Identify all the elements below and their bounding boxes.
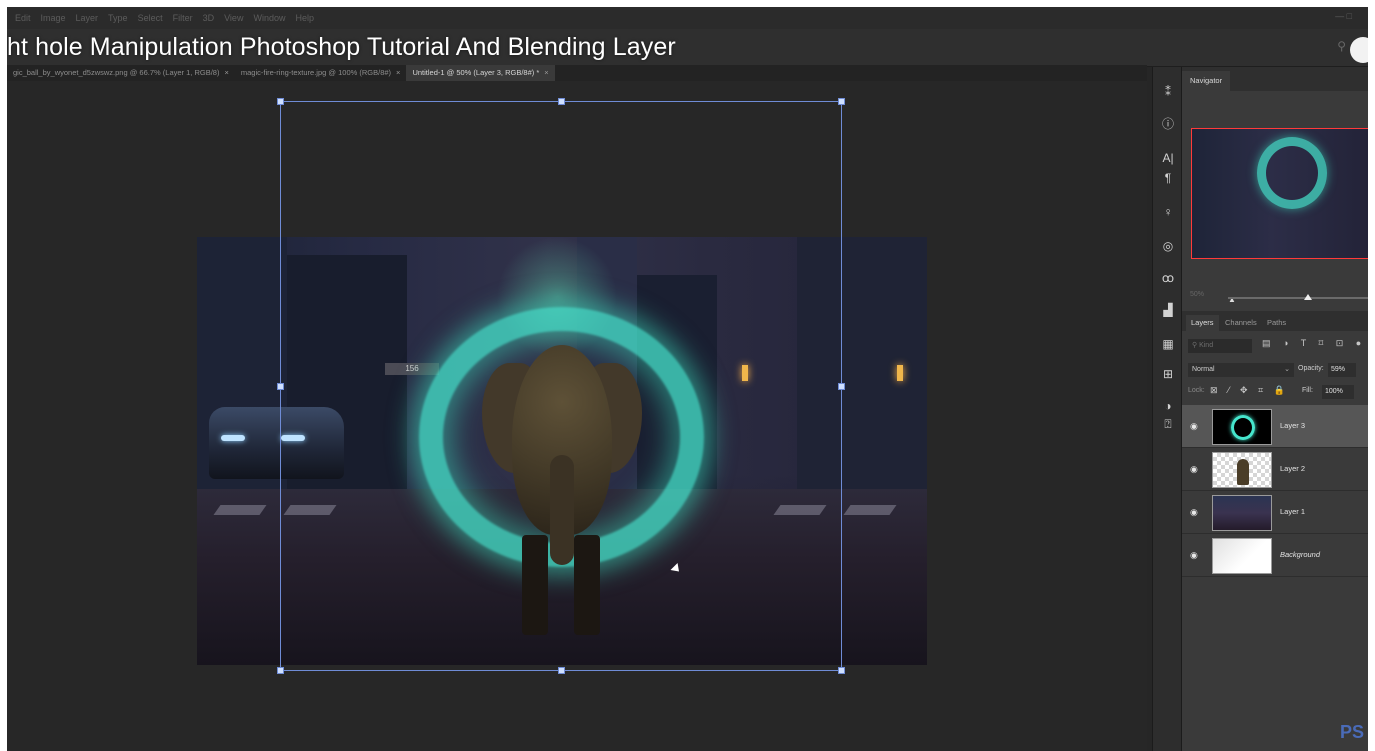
layer-row-background[interactable]: ◉ Background (1182, 534, 1368, 577)
tab-label: Untitled-1 @ 50% (Layer 3, RGB/8#) * (412, 68, 540, 77)
tab-magic-ball[interactable]: gic_ball_by_wyonet_d5zwswz.png @ 66.7% (… (7, 65, 235, 81)
tab-untitled-1[interactable]: Untitled-1 @ 50% (Layer 3, RGB/8#) * × (406, 65, 555, 81)
menu-window[interactable]: Window (253, 13, 285, 23)
document-tab-bar: gic_ball_by_wyonet_d5zwswz.png @ 66.7% (… (7, 65, 1147, 81)
canvas-area[interactable]: 156 (7, 81, 1147, 751)
blend-row: Normal ⌄ Opacity: 59% (1188, 362, 1368, 378)
layer-name: Background (1280, 550, 1321, 559)
crosswalk-stripe (843, 505, 897, 515)
layer-thumbnail (1212, 452, 1272, 488)
transform-handle[interactable] (558, 667, 565, 674)
photoshop-window: Edit Image Layer Type Select Filter 3D V… (7, 7, 1368, 751)
filter-kind-label: Kind (1199, 342, 1214, 349)
transform-handle[interactable] (838, 667, 845, 674)
tab-channels[interactable]: Channels (1220, 315, 1262, 331)
transform-handle[interactable] (277, 98, 284, 105)
swatches-icon[interactable]: ▦ (1153, 335, 1183, 353)
libraries-icon[interactable]: ◎ (1153, 237, 1183, 255)
transform-bounding-box[interactable] (277, 98, 845, 674)
menu-select[interactable]: Select (138, 13, 163, 23)
layer-thumbnail (1212, 409, 1272, 445)
layer-name: Layer 1 (1280, 507, 1306, 516)
close-icon[interactable]: × (224, 68, 228, 77)
panel-icon-strip: ⁑ ⓘ A| ¶ ♀ ◎ ꝏ ▟ ▦ ⊞ ◑ ⍰ (1152, 67, 1182, 751)
lock-icons[interactable]: ⊠ ⁄ ✥ ⌗ 🔒 (1210, 385, 1289, 396)
layer-row-layer-2[interactable]: ◉ Layer 2 (1182, 448, 1368, 491)
layer-name: Layer 2 (1280, 464, 1306, 473)
lock-row: Lock: ⊠ ⁄ ✥ ⌗ 🔒 Fill: 100% (1188, 384, 1368, 400)
close-icon[interactable]: × (544, 68, 548, 77)
menu-help[interactable]: Help (295, 13, 314, 23)
crosswalk-stripe (213, 505, 267, 515)
chevron-down-icon: ⌄ (1284, 366, 1290, 373)
video-title-overlay: ht hole Manipulation Photoshop Tutorial … (7, 33, 676, 61)
layer-row-layer-1[interactable]: ◉ Layer 1 (1182, 491, 1368, 534)
fill-input[interactable]: 100% (1322, 385, 1354, 399)
navigator-preview[interactable] (1191, 128, 1368, 259)
tab-label: gic_ball_by_wyonet_d5zwswz.png @ 66.7% (… (13, 68, 220, 77)
menu-image[interactable]: Image (41, 13, 66, 23)
eye-icon[interactable]: ◉ (1190, 507, 1200, 517)
headlight (221, 435, 245, 441)
menu-view[interactable]: View (224, 13, 243, 23)
menu-3d[interactable]: 3D (203, 13, 215, 23)
menu-bar: Edit Image Layer Type Select Filter 3D V… (7, 7, 1368, 29)
transform-handle[interactable] (838, 383, 845, 390)
properties-icon[interactable]: ⊞ (1153, 365, 1183, 383)
blend-mode-select[interactable]: Normal ⌄ (1188, 363, 1294, 377)
search-icon[interactable]: ⚲ (1337, 39, 1346, 53)
eye-icon[interactable]: ◉ (1190, 550, 1200, 560)
adjustments-icon[interactable]: ◑ (1153, 397, 1183, 415)
tab-paths[interactable]: Paths (1262, 315, 1291, 331)
close-icon[interactable]: × (396, 68, 400, 77)
lock-label: Lock: (1188, 387, 1205, 394)
paths-icon[interactable]: ⍰ (1153, 415, 1183, 433)
info-icon[interactable]: ⓘ (1153, 115, 1183, 133)
transform-handle[interactable] (277, 667, 284, 674)
opacity-input[interactable]: 59% (1328, 363, 1356, 377)
zoom-slider-handle[interactable] (1304, 294, 1312, 300)
watermark-logo: PS (1340, 722, 1365, 742)
zoom-slider[interactable] (1228, 297, 1368, 299)
window-controls[interactable]: — □ (1335, 11, 1352, 21)
layer-name: Layer 3 (1280, 421, 1306, 430)
navigator-zoom-value[interactable]: 50% (1190, 291, 1204, 298)
histogram-icon[interactable]: ▟ (1153, 301, 1183, 319)
traffic-light (897, 365, 903, 381)
filter-icons[interactable]: ▤ ◑ T ⌑ ⊡ ● (1262, 338, 1366, 349)
filter-kind-select[interactable]: ⚲ Kind (1188, 339, 1252, 353)
fill-label: Fill: (1302, 387, 1313, 394)
transform-handle[interactable] (558, 98, 565, 105)
paragraph-icon[interactable]: ¶ (1153, 169, 1183, 187)
layer-thumbnail (1212, 495, 1272, 531)
menu-edit[interactable]: Edit (15, 13, 31, 23)
menu-type[interactable]: Type (108, 13, 128, 23)
avatar[interactable] (1350, 37, 1368, 63)
character-icon[interactable]: A| (1153, 149, 1183, 167)
eye-icon[interactable]: ◉ (1190, 421, 1200, 431)
learn-icon[interactable]: ♀ (1153, 203, 1183, 221)
thumb-elephant (1237, 459, 1249, 485)
blend-mode-value: Normal (1192, 366, 1215, 373)
menu-layer[interactable]: Layer (76, 13, 99, 23)
layer-row-layer-3[interactable]: ◉ Layer 3 (1182, 405, 1368, 448)
opacity-label: Opacity: (1298, 365, 1324, 372)
menu-filter[interactable]: Filter (173, 13, 193, 23)
layer-thumbnail (1212, 538, 1272, 574)
right-panels: Navigator 50% ▲ Layers Channels Paths ⚲ … (1182, 67, 1368, 751)
transform-handle[interactable] (838, 98, 845, 105)
navigator-header: Navigator (1182, 67, 1368, 91)
tab-label: magic-fire-ring-texture.jpg @ 100% (RGB/… (240, 68, 392, 77)
layers-panel-tabs: Layers Channels Paths (1182, 311, 1368, 331)
tab-layers[interactable]: Layers (1186, 315, 1219, 331)
thumb-ring (1231, 415, 1255, 440)
eye-icon[interactable]: ◉ (1190, 464, 1200, 474)
layer-filter-row: ⚲ Kind ▤ ◑ T ⌑ ⊡ ● (1186, 337, 1368, 355)
history-icon[interactable]: ⁑ (1153, 83, 1183, 101)
adjust-icon[interactable]: ꝏ (1153, 269, 1183, 287)
transform-handle[interactable] (277, 383, 284, 390)
tab-fire-ring[interactable]: magic-fire-ring-texture.jpg @ 100% (RGB/… (235, 65, 407, 81)
tab-navigator[interactable]: Navigator (1182, 71, 1231, 91)
preview-ring (1257, 137, 1327, 209)
